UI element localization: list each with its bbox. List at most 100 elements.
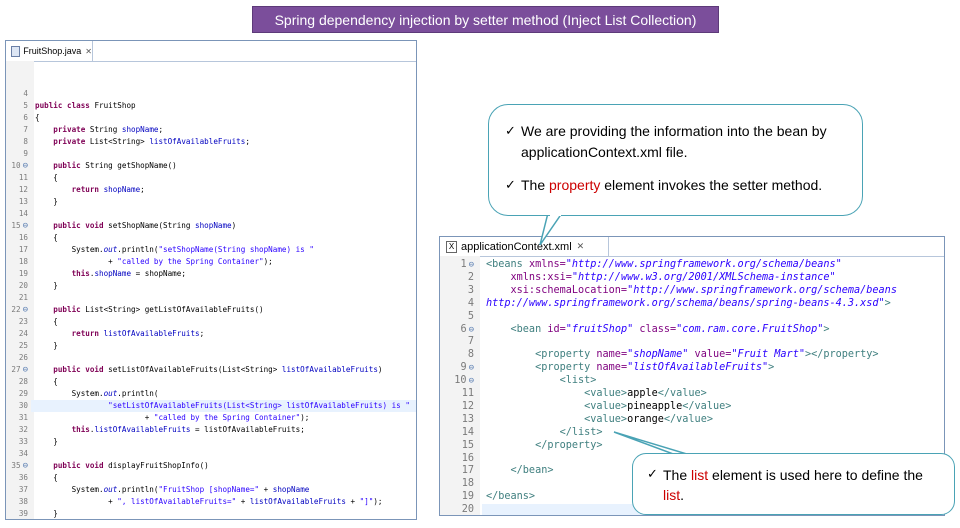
code-line[interactable]: this.listOfAvailableFruits = listOfAvail…	[35, 424, 305, 436]
code-line[interactable]: "setListOfAvailableFruits(List<String> l…	[35, 400, 410, 412]
tab-application-context-xml[interactable]: X applicationContext.xml ✕	[440, 237, 609, 256]
fold-toggle-icon[interactable]: ⊖	[23, 221, 28, 231]
code-token: .println(	[117, 389, 159, 398]
code-line[interactable]: </list>	[486, 427, 603, 440]
code-token: {	[35, 377, 58, 386]
code-line[interactable]: {	[35, 172, 58, 184]
code-line[interactable]: public List<String> getListOfAvailableFr…	[35, 304, 263, 316]
check-icon: ✓	[505, 178, 516, 193]
code-token: listOfAvailableFruits	[281, 365, 378, 374]
code-line[interactable]: public void setShopName(String shopName)	[35, 220, 236, 232]
code-line[interactable]: return shopName;	[35, 184, 145, 196]
fold-toggle-icon[interactable]: ⊖	[23, 305, 28, 315]
line-number: 11	[461, 388, 474, 399]
close-icon[interactable]: ✕	[577, 241, 585, 252]
code-line[interactable]: }	[35, 196, 58, 208]
code-line[interactable]: </bean>	[486, 465, 554, 478]
line-number: 16	[18, 233, 28, 242]
code-token: System.	[35, 245, 104, 254]
code-token: <value>	[486, 388, 628, 399]
code-line[interactable]: + "called by the Spring Container");	[35, 256, 273, 268]
callout-bottom-text: The list element is used here to define …	[663, 465, 942, 505]
code-token: }	[35, 437, 58, 446]
code-line[interactable]: {	[35, 376, 58, 388]
tab-fruitshop-java[interactable]: FruitShop.java ✕	[6, 41, 93, 61]
code-line[interactable]: + ", listOfAvailableFruits=" + listOfAva…	[35, 496, 382, 508]
code-line[interactable]: private String shopName;	[35, 124, 163, 136]
line-number: 5	[467, 310, 474, 322]
java-code-area[interactable]: 4 5 public class FruitShop 6 {7 private Stri…	[6, 61, 416, 519]
code-line[interactable]: xsi:schemaLocation="http://www.springfra…	[486, 285, 897, 298]
code-line[interactable]: public void setListOfAvailableFruits(Lis…	[35, 364, 382, 376]
fold-toggle-icon[interactable]: ⊖	[469, 325, 474, 335]
code-token: "http://www.w3.org/2001/XMLSchema-instan…	[571, 271, 836, 283]
line-number: 18	[461, 478, 474, 490]
code-line[interactable]: <property name="shopName" value="Fruit M…	[486, 349, 879, 362]
code-token: "http://www.springframework.org/schema/b…	[627, 284, 897, 296]
code-line[interactable]: System.out.println("setShopName(String s…	[35, 244, 314, 256]
code-token: id=	[547, 323, 566, 335]
code-line[interactable]: }	[35, 508, 58, 519]
code-line[interactable]: System.out.println("FruitShop [shopName=…	[35, 484, 310, 496]
code-token: +	[35, 257, 118, 266]
code-line[interactable]: <property name="listOfAvailableFruits">	[486, 362, 774, 375]
callout-top-line-2: ✓ The property element invokes the sette…	[505, 175, 848, 196]
code-line[interactable]: </beans>	[486, 491, 535, 504]
code-line[interactable]: this.shopName = shopName;	[35, 268, 186, 280]
code-token: listOfAvailableFruits	[94, 425, 191, 434]
code-line[interactable]: }	[35, 436, 58, 448]
fold-toggle-icon[interactable]: ⊖	[469, 376, 474, 386]
line-number: 7	[23, 125, 28, 134]
code-line[interactable]: <value>orange</value>	[486, 414, 713, 427]
code-line[interactable]: {	[35, 112, 40, 124]
line-number: 6	[23, 113, 28, 122]
callout-top-text-1: We are providing the information into th…	[521, 123, 827, 160]
code-line[interactable]: <value>pineapple</value>	[486, 401, 731, 414]
callout-top-text-2-prefix: The	[521, 177, 550, 193]
code-line[interactable]: {	[35, 472, 58, 484]
line-number: 1 ⊖	[460, 259, 474, 270]
code-token: shopName	[103, 185, 141, 194]
line-number: 3	[467, 284, 474, 296]
code-line[interactable]: + "called by the Spring Container");	[35, 412, 310, 424]
code-line[interactable]: <list>	[486, 375, 597, 388]
code-line[interactable]: }	[35, 340, 58, 352]
code-line[interactable]: http://www.springframework.org/schema/be…	[486, 298, 891, 311]
callout-top-highlight-property: property	[549, 177, 601, 193]
code-line[interactable]: {	[35, 232, 58, 244]
code-line[interactable]: public class FruitShop	[35, 100, 136, 112]
java-editor[interactable]: FruitShop.java ✕ 4 5 public class FruitSho…	[5, 40, 417, 520]
code-token: </value>	[682, 400, 732, 412]
close-icon[interactable]: ✕	[85, 47, 92, 56]
code-line[interactable]: System.out.println(	[35, 388, 159, 400]
callout-bottom-highlight-list-1: list	[691, 467, 709, 483]
callout-bottom-middle: element is used here to define the	[708, 467, 923, 483]
code-line[interactable]: </property>	[486, 440, 602, 453]
callout-top-text-2-suffix: element invokes the setter method.	[600, 177, 823, 193]
fold-toggle-icon[interactable]: ⊖	[23, 461, 28, 471]
code-token: setListOfAvailableFruits(List<String>	[108, 365, 282, 374]
code-token: public	[35, 161, 86, 170]
line-number: 32	[18, 425, 28, 434]
fold-toggle-icon[interactable]: ⊖	[469, 363, 474, 373]
line-number: 15	[461, 439, 474, 451]
code-line[interactable]: private List<String> listOfAvailableFrui…	[35, 136, 250, 148]
fold-toggle-icon[interactable]: ⊖	[23, 161, 28, 171]
code-line[interactable]: <bean id="fruitShop" class="com.ram.core…	[486, 324, 830, 337]
callout-bottom-suffix: .	[680, 487, 685, 503]
code-token: this	[35, 269, 90, 278]
code-token: }	[35, 197, 58, 206]
code-line[interactable]: public void displayFruitShopInfo()	[35, 460, 208, 472]
code-line[interactable]: }	[35, 280, 58, 292]
xml-file-icon: X	[446, 240, 457, 253]
code-line[interactable]: return listOfAvailableFruits;	[35, 328, 205, 340]
code-line[interactable]: <beans xmlns="http://www.springframework…	[486, 259, 842, 272]
line-number: 21	[18, 293, 28, 302]
fold-toggle-icon[interactable]: ⊖	[469, 260, 474, 270]
code-token: "called by the Spring Container"	[117, 257, 264, 266]
code-line[interactable]: public String getShopName()	[35, 160, 176, 172]
code-line[interactable]: {	[35, 316, 58, 328]
fold-toggle-icon[interactable]: ⊖	[23, 365, 28, 375]
code-line[interactable]: <value>apple</value>	[486, 388, 707, 401]
code-line[interactable]: xmlns:xsi="http://www.w3.org/2001/XMLSch…	[486, 272, 836, 285]
